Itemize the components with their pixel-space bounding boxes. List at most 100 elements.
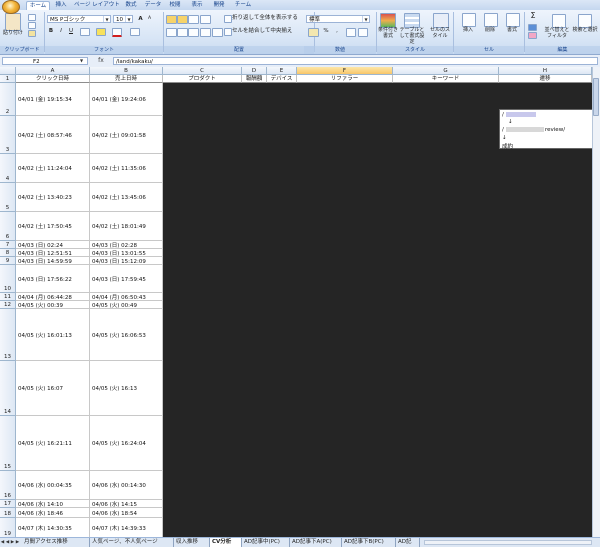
row-header[interactable]: 15 [0,416,16,471]
borders-icon[interactable] [80,28,90,36]
bold-button[interactable]: B [47,27,55,35]
row-header[interactable]: 13 [0,309,16,361]
find-select-icon[interactable] [578,14,592,28]
phonetic-icon[interactable] [130,28,140,36]
row-header[interactable]: 12 [0,301,16,309]
row-header[interactable]: 17 [0,500,16,508]
header-cell-reward[interactable]: 報酬額 [242,75,267,83]
column-header-f[interactable]: F [297,67,393,75]
row-header[interactable]: 4 [0,154,16,183]
tab-view[interactable]: 表示 [188,1,206,10]
fill-icon[interactable] [528,24,537,31]
align-bottom-icon[interactable] [188,15,199,24]
horizontal-scrollbar[interactable] [424,540,592,545]
row-header[interactable]: 8 [0,249,16,257]
tab-formulas[interactable]: 数式 [122,1,140,10]
row-header[interactable]: 10 [0,265,16,293]
clear-icon[interactable] [528,32,537,39]
dark-filled-cells-h[interactable] [499,83,592,537]
currency-icon[interactable] [308,28,319,37]
cell-click-time[interactable]: 04/03 (日) 14:59:59 [16,257,90,265]
cell-sales-time[interactable]: 04/06 (水) 18:54 [90,508,163,518]
cell-click-time[interactable]: 04/05 (火) 16:21:11 [16,416,90,471]
indent-icon[interactable] [200,28,211,37]
delete-cells-button[interactable]: 削除 [479,27,501,33]
format-painter-icon[interactable] [28,30,36,37]
tab-developer[interactable]: 開発 [210,1,228,10]
row-header[interactable]: 6 [0,212,16,241]
cell-click-time[interactable]: 04/03 (日) 12:51:51 [16,249,90,257]
row-header[interactable]: 14 [0,361,16,416]
tab-page-layout[interactable]: ページ レイアウト [74,1,120,10]
name-box[interactable]: F2 [2,57,88,65]
cell-click-time[interactable]: 04/05 (火) 00:39 [16,301,90,309]
number-format-combo[interactable]: 標準 ▼ [306,15,370,23]
cell-click-time[interactable]: 04/04 (月) 06:44:28 [16,293,90,301]
cell-click-time[interactable]: 04/06 (水) 18:46 [16,508,90,518]
column-header-h[interactable]: H [499,67,592,75]
row-header[interactable]: 16 [0,471,16,500]
cell-click-time[interactable]: 04/07 (木) 14:30:35 [16,518,90,537]
chevron-down-icon[interactable]: ▼ [80,58,83,63]
cell-styles-icon[interactable] [433,13,449,28]
cell-click-time[interactable]: 04/03 (日) 02:24 [16,241,90,249]
sort-filter-button[interactable]: 並べ替えとフィルタ [542,27,572,39]
cell-sales-time[interactable]: 04/01 (金) 19:24:06 [90,83,163,116]
row-header[interactable]: 9 [0,257,16,265]
header-cell-device[interactable]: デバイス [267,75,297,83]
cell-click-time[interactable]: 04/06 (水) 14:10 [16,500,90,508]
column-header-d[interactable]: D [242,67,267,75]
sort-filter-icon[interactable] [552,14,566,28]
align-right-icon[interactable] [188,28,199,37]
cell-sales-time[interactable]: 04/03 (日) 02:28 [90,241,163,249]
cell-sales-time[interactable]: 04/02 (土) 09:01:58 [90,116,163,154]
decrease-decimal-icon[interactable] [358,28,368,37]
cell-sales-time[interactable]: 04/04 (月) 06:50:43 [90,293,163,301]
cell-sales-time[interactable]: 04/03 (日) 13:01:55 [90,249,163,257]
cell-click-time[interactable]: 04/05 (火) 16:01:13 [16,309,90,361]
cell-sales-time[interactable]: 04/02 (土) 18:01:49 [90,212,163,241]
cell-click-time[interactable]: 04/03 (日) 17:56:22 [16,265,90,293]
increase-decimal-icon[interactable] [346,28,356,37]
paste-icon[interactable] [5,13,21,31]
cell-click-time[interactable]: 04/05 (火) 16:07 [16,361,90,416]
grow-font-button[interactable]: A [136,15,145,23]
transition-cell-note[interactable]: / ↓ / review/ ↓ 成約 [499,109,592,150]
find-select-button[interactable]: 検索と選択 [572,27,598,33]
cell-sales-time[interactable]: 04/07 (木) 14:39:33 [90,518,163,537]
align-left-icon[interactable] [166,28,177,37]
cell-click-time[interactable]: 04/02 (土) 11:24:04 [16,154,90,183]
cell-click-time[interactable]: 04/01 (金) 19:15:34 [16,83,90,116]
autosum-button[interactable]: Σ [528,12,538,20]
copy-icon[interactable] [28,22,36,29]
orientation-icon[interactable] [200,15,211,24]
fill-color-icon[interactable] [96,28,106,36]
underline-button[interactable]: U [67,27,75,35]
select-all-corner[interactable] [0,67,16,75]
cell-click-time[interactable]: 04/02 (土) 13:40:23 [16,183,90,212]
cell-sales-time[interactable]: 04/06 (水) 14:15 [90,500,163,508]
row-header[interactable]: 3 [0,116,16,154]
font-size-combo[interactable]: 10 ▼ [113,15,133,23]
outdent-icon[interactable] [212,28,223,37]
cell-click-time[interactable]: 04/02 (土) 08:57:46 [16,116,90,154]
row-header[interactable]: 19 [0,518,16,537]
header-cell-click-time[interactable]: クリック日時 [16,75,90,83]
column-header-b[interactable]: B [90,67,163,75]
format-cells-button[interactable]: 書式 [501,27,523,33]
row-header[interactable]: 5 [0,183,16,212]
conditional-format-button[interactable]: 条件付き書式 [377,27,399,39]
shrink-font-button[interactable]: A [145,15,154,23]
format-as-table-icon[interactable] [404,13,420,28]
conditional-format-icon[interactable] [380,13,396,28]
italic-button[interactable]: I [57,27,65,35]
row-header[interactable]: 18 [0,508,16,518]
font-name-combo[interactable]: MS Pゴシック ▼ [47,15,111,23]
worksheet-grid[interactable]: A B C D E F G H 1 クリック日時 売上日時 プロダクト 報酬額 … [0,67,592,537]
insert-cells-button[interactable]: 挿入 [457,27,479,33]
column-header-g[interactable]: G [393,67,499,75]
vertical-scrollbar[interactable] [592,67,600,537]
office-button[interactable] [2,0,20,14]
header-cell-sales-time[interactable]: 売上日時 [90,75,163,83]
cell-sales-time[interactable]: 04/02 (土) 13:45:06 [90,183,163,212]
